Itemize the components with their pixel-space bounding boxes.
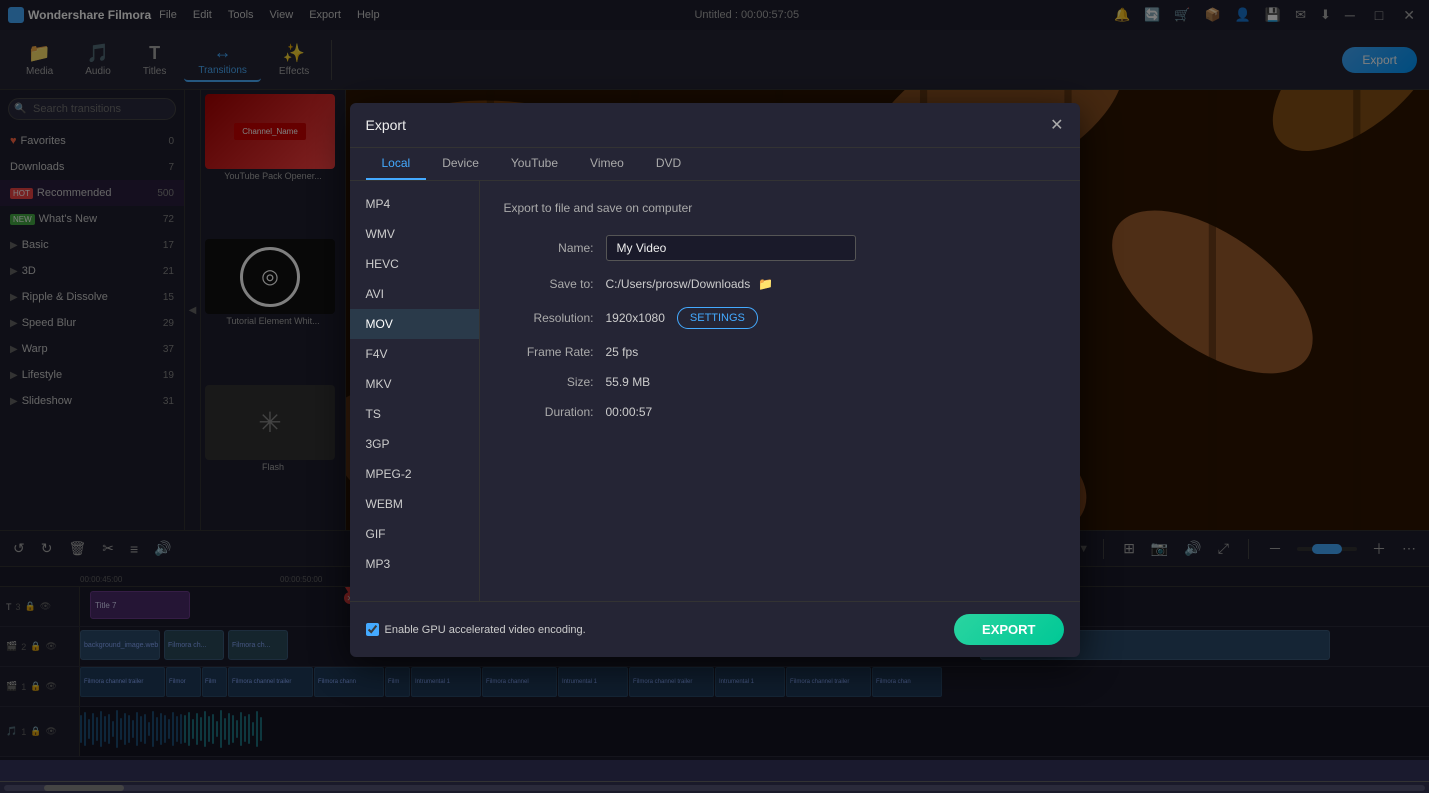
name-row: Name: [504,235,1056,261]
format-3gp[interactable]: 3GP [350,429,479,459]
dialog-title: Export [366,117,406,133]
resolution-label: Resolution: [504,311,594,325]
format-mp4[interactable]: MP4 [350,189,479,219]
save-path-wrap: C:/Users/prosw/Downloads 📁 [606,277,774,291]
format-wmv[interactable]: WMV [350,219,479,249]
format-f4v[interactable]: F4V [350,339,479,369]
detail-title: Export to file and save on computer [504,201,1056,215]
format-webm[interactable]: WEBM [350,489,479,519]
folder-icon[interactable]: 📁 [758,277,773,291]
format-mov[interactable]: MOV [350,309,479,339]
tab-dvd[interactable]: DVD [640,148,697,180]
format-mp3[interactable]: MP3 [350,549,479,579]
format-avi[interactable]: AVI [350,279,479,309]
duration-row: Duration: 00:00:57 [504,405,1056,419]
dialog-header: Export ✕ [350,103,1080,148]
frame-rate-value: 25 fps [606,345,639,359]
size-row: Size: 55.9 MB [504,375,1056,389]
tab-local[interactable]: Local [366,148,427,180]
format-hevc[interactable]: HEVC [350,249,479,279]
dialog-body: MP4 WMV HEVC AVI MOV F4V MKV TS 3GP MPEG… [350,181,1080,601]
gpu-checkbox-row: Enable GPU accelerated video encoding. [366,623,586,636]
scrollbar-thumb[interactable] [44,785,124,791]
format-mpeg2[interactable]: MPEG-2 [350,459,479,489]
scrollbar-track [4,785,1425,791]
frame-rate-row: Frame Rate: 25 fps [504,345,1056,359]
duration-value: 00:00:57 [606,405,653,419]
size-label: Size: [504,375,594,389]
tab-youtube[interactable]: YouTube [495,148,574,180]
format-gif[interactable]: GIF [350,519,479,549]
size-value: 55.9 MB [606,375,651,389]
format-ts[interactable]: TS [350,399,479,429]
resolution-value: 1920x1080 [606,311,665,325]
format-list: MP4 WMV HEVC AVI MOV F4V MKV TS 3GP MPEG… [350,181,480,601]
save-to-label: Save to: [504,277,594,291]
settings-button[interactable]: SETTINGS [677,307,758,329]
dialog-tabs: Local Device YouTube Vimeo DVD [350,148,1080,181]
dialog-footer: Enable GPU accelerated video encoding. E… [350,601,1080,657]
export-submit-button[interactable]: EXPORT [954,614,1063,645]
name-label: Name: [504,241,594,255]
duration-label: Duration: [504,405,594,419]
tab-device[interactable]: Device [426,148,495,180]
resolution-row: Resolution: 1920x1080 SETTINGS [504,307,1056,329]
save-to-row: Save to: C:/Users/prosw/Downloads 📁 [504,277,1056,291]
save-path-text: C:/Users/prosw/Downloads [606,277,751,291]
dialog-close-button[interactable]: ✕ [1050,115,1063,135]
format-detail: Export to file and save on computer Name… [480,181,1080,601]
gpu-label: Enable GPU accelerated video encoding. [385,624,586,636]
name-input[interactable] [606,235,856,261]
dialog-overlay: Export ✕ Local Device YouTube Vimeo DVD … [0,0,1429,760]
export-dialog: Export ✕ Local Device YouTube Vimeo DVD … [350,103,1080,657]
gpu-checkbox[interactable] [366,623,379,636]
frame-rate-label: Frame Rate: [504,345,594,359]
tab-vimeo[interactable]: Vimeo [574,148,640,180]
format-mkv[interactable]: MKV [350,369,479,399]
timeline-scrollbar [0,781,1429,793]
